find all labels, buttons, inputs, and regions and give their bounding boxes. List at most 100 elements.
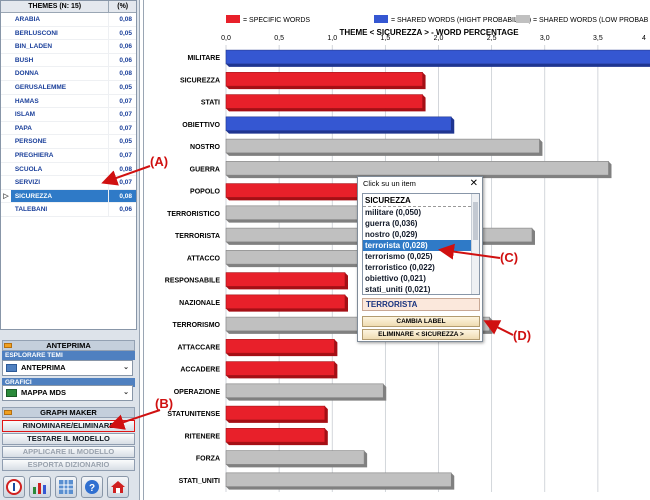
x-tick-label: 2,0: [434, 35, 444, 42]
graph-maker-section-header[interactable]: GRAPH MAKER: [2, 407, 135, 418]
collapse-icon[interactable]: [4, 410, 12, 415]
bottom-toolbar: ?: [0, 474, 140, 500]
category-label: STATI_UNITI: [179, 478, 220, 485]
bar[interactable]: [225, 294, 346, 309]
chevron-down-icon[interactable]: ⌄: [123, 386, 129, 400]
annotation-d: (D): [513, 328, 532, 343]
theme-row[interactable]: GERUSALEMME 0,05: [1, 80, 136, 95]
theme-pct: 0,06: [119, 56, 132, 64]
row-indicator-icon: [1, 135, 11, 148]
theme-name: PREGHIERA: [11, 148, 110, 162]
popup-list-item[interactable]: terroristico (0,022): [363, 262, 471, 273]
info-icon[interactable]: [3, 476, 25, 498]
theme-table: THEMES (N: 15) (%) ARABIA 0,08 BERLUSCONI 0…: [0, 0, 137, 330]
theme-row[interactable]: BIN_LADEN 0,06: [1, 40, 136, 54]
x-tick-label: 2,5: [487, 35, 497, 42]
legend-specific-label: = SPECIFIC WORDS: [243, 17, 310, 24]
x-tick-label: 1,5: [381, 35, 391, 42]
theme-pct: 0,07: [119, 124, 132, 132]
label-input[interactable]: TERRORISTA: [362, 298, 480, 311]
popup-list-item[interactable]: militare (0,050): [363, 207, 471, 218]
popup-list-item[interactable]: stati_uniti (0,021): [363, 284, 471, 295]
theme-row[interactable]: ARABIA 0,08: [1, 13, 136, 27]
test-model-button[interactable]: TESTARE IL MODELLO: [2, 433, 135, 445]
popup-scrollbar[interactable]: [471, 194, 479, 294]
theme-table-header: THEMES (N: 15) (%): [1, 1, 136, 13]
bar[interactable]: [225, 138, 540, 154]
row-indicator-icon: [1, 149, 11, 162]
theme-pct: 0,07: [119, 111, 132, 119]
popup-list-item[interactable]: terrorista (0,028): [363, 240, 471, 251]
bar[interactable]: [225, 272, 346, 287]
bar[interactable]: [225, 116, 452, 131]
theme-row[interactable]: BERLUSCONI 0,05: [1, 26, 136, 41]
legend-specific-swatch: [226, 15, 240, 23]
export-dictionary-button[interactable]: ESPORTA DIZIONARIO: [2, 459, 135, 471]
left-panel: THEMES (N: 15) (%) ARABIA 0,08 BERLUSCONI 0…: [0, 0, 140, 500]
theme-row[interactable]: ▷ SICUREZZA 0,08: [1, 189, 136, 204]
graphs-select[interactable]: MAPPA MDS ⌄: [2, 385, 133, 401]
bar[interactable]: [225, 428, 326, 443]
anteprima-section-header[interactable]: ANTEPRIMA: [2, 340, 135, 351]
legend-shared-low-label: = SHARED WORDS (LOW PROBAB: [533, 17, 649, 24]
explore-themes-select[interactable]: ANTEPRIMA ⌄: [2, 360, 133, 376]
x-tick-label: 3,5: [593, 35, 603, 42]
theme-row[interactable]: TALEBANI 0,06: [1, 203, 136, 217]
close-icon[interactable]: ✕: [470, 177, 478, 191]
popup-list-item[interactable]: guerra (0,036): [363, 218, 471, 229]
row-indicator-icon: [1, 27, 11, 40]
bar[interactable]: [225, 405, 326, 421]
category-label: POPOLO: [190, 189, 221, 196]
theme-pct: 0,08: [119, 16, 132, 23]
x-tick-label: 3,0: [540, 35, 550, 42]
bar[interactable]: [225, 450, 365, 465]
popup-word-list[interactable]: SICUREZZA militare (0,050) guerra (0,036)…: [362, 193, 480, 295]
theme-row[interactable]: PREGHIERA 0,07: [1, 148, 136, 163]
theme-pct: 0,08: [119, 165, 132, 173]
theme-row[interactable]: SCUOLA 0,08: [1, 162, 136, 177]
category-label: ATTACCARE: [177, 344, 220, 351]
popup-list-item[interactable]: nostro (0,029): [363, 229, 471, 240]
category-label: TERRORISTA: [175, 233, 220, 240]
bar[interactable]: [225, 72, 423, 87]
bar[interactable]: [225, 472, 452, 487]
popup-list-item[interactable]: terrorismo (0,025): [363, 251, 471, 262]
popup-items: militare (0,050) guerra (0,036) nostro (0,…: [363, 207, 479, 295]
svg-text:?: ?: [89, 483, 95, 494]
theme-pct: 0,06: [119, 43, 132, 51]
grid-icon[interactable]: [55, 476, 77, 498]
category-label: OBIETTIVO: [182, 122, 220, 129]
bar[interactable]: [225, 161, 609, 176]
change-label-button[interactable]: CAMBIA LABEL: [362, 316, 480, 327]
home-icon[interactable]: [107, 476, 129, 498]
bar[interactable]: [225, 49, 650, 65]
delete-theme-button[interactable]: ELIMINARE < SICUREZZA >: [362, 329, 480, 340]
bar[interactable]: [225, 94, 423, 109]
rename-delete-button[interactable]: RINOMINARE/ELIMINARE: [2, 420, 135, 432]
category-label: RITENERE: [185, 433, 221, 440]
category-label: STATUNITENSE: [167, 411, 220, 418]
theme-row[interactable]: BUSH 0,06: [1, 53, 136, 68]
apply-model-button[interactable]: APPLICARE IL MODELLO: [2, 446, 135, 458]
chart-icon[interactable]: [29, 476, 51, 498]
x-tick-label: 1,0: [327, 35, 337, 42]
popup-list-item[interactable]: obiettivo (0,021): [363, 273, 471, 284]
theme-row[interactable]: PAPA 0,07: [1, 121, 136, 136]
bar[interactable]: [225, 383, 384, 398]
row-indicator-icon: [1, 176, 11, 189]
help-icon[interactable]: ?: [81, 476, 103, 498]
scrollbar-thumb[interactable]: [473, 202, 478, 240]
bar[interactable]: [225, 339, 335, 354]
theme-row[interactable]: HAMAS 0,07: [1, 94, 136, 109]
popup-titlebar: Click su un item ✕: [363, 177, 478, 191]
row-indicator-icon: ▷: [3, 192, 9, 200]
chevron-down-icon[interactable]: ⌄: [123, 361, 129, 375]
bar[interactable]: [225, 361, 335, 376]
theme-row[interactable]: DONNA 0,08: [1, 67, 136, 81]
category-label: FORZA: [196, 456, 220, 463]
collapse-icon[interactable]: [4, 343, 12, 348]
theme-row[interactable]: SERVIZI 0,07: [1, 176, 136, 190]
theme-row[interactable]: ISLAM 0,07: [1, 108, 136, 122]
theme-name: ARABIA: [11, 13, 110, 26]
theme-row[interactable]: PERSONE 0,05: [1, 135, 136, 149]
